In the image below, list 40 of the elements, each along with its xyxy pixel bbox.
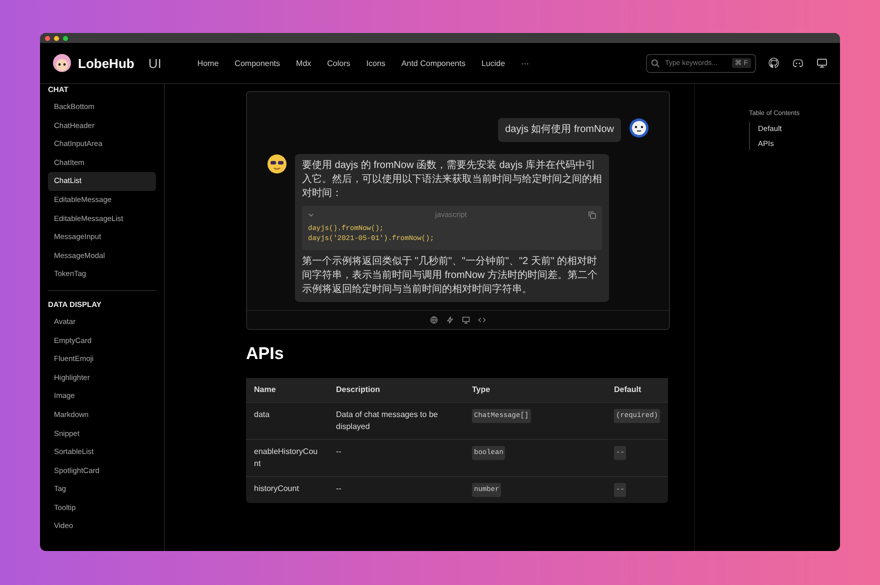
chevron-icon[interactable] [308, 212, 314, 218]
github-icon[interactable] [768, 57, 780, 69]
maximize-button[interactable] [63, 36, 68, 40]
column-header: Name [253, 384, 277, 396]
more-button[interactable]: ··· [513, 58, 538, 68]
table-cell: -- [336, 484, 342, 493]
code-icon[interactable] [478, 316, 486, 324]
discord-icon[interactable] [792, 57, 804, 69]
table-cell: Data of chat messages to be displayed [336, 410, 438, 431]
column-header: Type [471, 384, 492, 396]
column-header: Default [613, 384, 642, 396]
nav-link[interactable]: Mdx [288, 58, 320, 68]
nav-link[interactable]: Icons [358, 58, 394, 68]
nav-link[interactable]: Lucide [473, 58, 514, 68]
globe-icon[interactable] [430, 316, 438, 324]
lightning-icon[interactable] [446, 316, 454, 324]
table-cell: -- [336, 447, 342, 456]
screen-icon[interactable] [462, 316, 470, 324]
message-text: 第一个示例将返回类似于 "几秒前"、"一分钟前"、"2 天前" 的相对时间字符串，表示当前时间与调用 fromNow 方法时的时间差。第二个示例将返回给定时间与当前时间的相对时间字符串。 [302, 255, 599, 297]
brand-name[interactable]: LobeHub [78, 56, 134, 70]
table-cell: enableHistoryCount [254, 447, 318, 468]
close-button[interactable] [45, 36, 50, 40]
nav-link[interactable]: Home [189, 58, 227, 68]
mascot-logo-icon [52, 53, 72, 73]
table-cell: data [254, 410, 270, 419]
search-icon [651, 58, 660, 68]
table-cell: historyCount [254, 484, 299, 493]
message-text: dayjs 如何使用 fromNow [505, 123, 614, 137]
minimize-button[interactable] [54, 36, 59, 40]
sunglasses-emoji-avatar [267, 154, 287, 174]
nav-link[interactable]: Components [226, 58, 288, 68]
nav-link[interactable]: Colors [319, 58, 358, 68]
nav-link[interactable]: Antd Components [393, 58, 474, 68]
monitor-icon[interactable] [816, 57, 828, 69]
message-text: 要使用 dayjs 的 fromNow 函数，需要先安装 dayjs 库并在代码中引入它。然后，可以使用以下语法来获取当前时间与给定时间之间的相对时间： [302, 159, 602, 201]
section-heading: APIs [246, 344, 285, 364]
robot-avatar [629, 118, 649, 138]
copy-icon[interactable] [588, 210, 596, 218]
column-header: Description [335, 384, 382, 396]
product-name: UI [148, 56, 162, 70]
